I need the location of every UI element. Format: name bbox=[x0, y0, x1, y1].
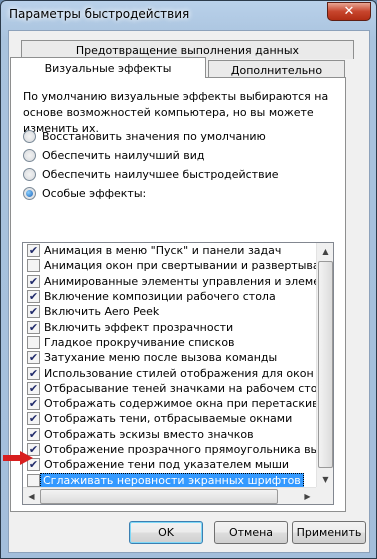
performance-options-window: Параметры быстродействия ✕ Предотвращени… bbox=[0, 0, 377, 559]
window-title: Параметры быстродействия bbox=[9, 7, 190, 21]
checkbox-checked-icon[interactable]: ✔ bbox=[27, 366, 40, 380]
effect-label: Отображать эскизы вместо значков bbox=[44, 427, 254, 441]
scrollbar-corner bbox=[316, 487, 333, 504]
tab-visual-effects[interactable]: Визуальные эффекты bbox=[10, 57, 206, 78]
radio-unchecked-icon[interactable] bbox=[23, 167, 36, 181]
horizontal-scrollbar[interactable]: ◀ ▶ bbox=[23, 487, 316, 504]
apply-button[interactable]: Применить bbox=[292, 521, 366, 544]
checkbox-checked-icon[interactable]: ✔ bbox=[27, 397, 40, 411]
checkbox-checked-icon[interactable]: ✔ bbox=[27, 274, 40, 288]
effects-list: ✔ Анимация в меню "Пуск" и панели задач Ан… bbox=[23, 243, 316, 488]
radio-option[interactable]: Особые эффекты: bbox=[23, 185, 146, 201]
effect-label: Сглаживать неровности экранных шрифтов bbox=[40, 472, 304, 488]
radio-option[interactable]: Обеспечить наилучший вид bbox=[23, 147, 204, 163]
scroll-up-icon[interactable]: ▲ bbox=[317, 243, 333, 260]
radio-label: Обеспечить наилучшее быстродействие bbox=[42, 167, 279, 181]
effect-label: Анимация окон при свертывании и разверты… bbox=[44, 259, 316, 273]
dialog-client: Предотвращение выполнения данных Визуаль… bbox=[8, 30, 370, 553]
red-arrow-icon bbox=[3, 451, 33, 465]
effect-list-item[interactable]: ✔ Отображать содержимое окна при перетаск… bbox=[23, 396, 316, 411]
radio-label: Обеспечить наилучший вид bbox=[42, 148, 205, 162]
tab-dep-label: Предотвращение выполнения данных bbox=[75, 43, 300, 57]
radio-unchecked-icon[interactable] bbox=[23, 148, 36, 162]
scroll-right-icon[interactable]: ▶ bbox=[299, 488, 316, 504]
checkbox-unchecked-icon[interactable] bbox=[27, 473, 40, 487]
effect-label: Использование стилей отображения для око… bbox=[44, 366, 316, 380]
effect-label: Анимированные элементы управления и элем… bbox=[44, 274, 316, 288]
apply-button-label: Применить bbox=[296, 526, 362, 539]
effect-list-item[interactable]: ✔ Отображение прозрачного прямоугольника … bbox=[23, 442, 316, 457]
effect-list-item[interactable]: ✔ Отображать тени, отбрасываемые окнами bbox=[23, 411, 316, 426]
effect-list-item[interactable]: ✔ Отбрасывание теней значками на рабочем … bbox=[23, 381, 316, 396]
cancel-button[interactable]: Отмена bbox=[214, 521, 288, 544]
effect-label: Отображать содержимое окна при перетаски… bbox=[44, 397, 316, 411]
radio-label: Особые эффекты: bbox=[42, 186, 147, 200]
checkbox-unchecked-icon[interactable] bbox=[27, 259, 40, 273]
checkbox-checked-icon[interactable]: ✔ bbox=[27, 351, 40, 365]
effect-list-item[interactable]: Гладкое прокручивание списков bbox=[23, 335, 316, 350]
ok-button[interactable]: OK bbox=[129, 521, 203, 544]
effect-label: Затухание меню после вызова команды bbox=[44, 351, 278, 365]
checkbox-checked-icon[interactable]: ✔ bbox=[27, 244, 40, 258]
cancel-button-label: Отмена bbox=[228, 526, 274, 539]
effect-label: Отображать тени, отбрасываемые окнами bbox=[44, 412, 293, 426]
close-icon: ✕ bbox=[343, 4, 355, 19]
effect-list-item[interactable]: ✔ Отображение тени под указателем мыши bbox=[23, 457, 316, 472]
effect-list-item[interactable]: ✔ Анимированные элементы управления и эле… bbox=[23, 274, 316, 289]
effect-label: Включить эффект прозрачности bbox=[44, 320, 234, 334]
radio-unchecked-icon[interactable] bbox=[23, 129, 36, 143]
visual-effects-panel: По умолчанию визуальные эффекты выбирают… bbox=[10, 77, 346, 512]
effect-list-item[interactable]: ✔ Использование стилей отображения для ок… bbox=[23, 365, 316, 380]
effects-listbox[interactable]: ✔ Анимация в меню "Пуск" и панели задач Ан… bbox=[22, 242, 334, 505]
radio-option[interactable]: Обеспечить наилучшее быстродействие bbox=[23, 166, 278, 182]
scroll-down-icon[interactable]: ▼ bbox=[317, 471, 333, 488]
tab-advanced-label: Дополнительно bbox=[230, 63, 323, 77]
effect-list-item[interactable]: ✔ Отображать эскизы вместо значков bbox=[23, 427, 316, 442]
vertical-scrollbar[interactable]: ▲ ▼ bbox=[316, 243, 333, 488]
effect-label: Гладкое прокручивание списков bbox=[44, 335, 235, 349]
checkbox-checked-icon[interactable]: ✔ bbox=[27, 381, 40, 395]
effect-list-item[interactable]: ✔ Включение композиции рабочего стола bbox=[23, 289, 316, 304]
effect-list-item[interactable]: Сглаживать неровности экранных шрифтов bbox=[23, 472, 316, 488]
tab-visual-effects-label: Визуальные эффекты bbox=[44, 61, 172, 75]
checkbox-checked-icon[interactable]: ✔ bbox=[27, 412, 40, 426]
radio-option[interactable]: Восстановить значения по умолчанию bbox=[23, 128, 266, 144]
effect-label: Отображение тени под указателем мыши bbox=[44, 458, 290, 472]
horizontal-scroll-thumb[interactable] bbox=[40, 489, 278, 504]
vertical-scroll-thumb[interactable] bbox=[318, 261, 333, 468]
effect-label: Отображение прозрачного прямоугольника в… bbox=[44, 443, 316, 456]
checkbox-checked-icon[interactable]: ✔ bbox=[27, 290, 40, 304]
effect-label: Анимация в меню "Пуск" и панели задач bbox=[44, 244, 282, 258]
title-bar[interactable]: Параметры быстродействия ✕ bbox=[1, 1, 376, 29]
checkbox-unchecked-icon[interactable] bbox=[27, 335, 40, 349]
scroll-left-icon[interactable]: ◀ bbox=[23, 488, 40, 504]
effect-list-item[interactable]: Анимация окон при свертывании и разверты… bbox=[23, 258, 316, 273]
effect-list-item[interactable]: ✔ Включить эффект прозрачности bbox=[23, 319, 316, 334]
radio-checked-icon[interactable] bbox=[23, 186, 36, 200]
effect-list-item[interactable]: ✔ Включить Aero Peek bbox=[23, 304, 316, 319]
effect-list-item[interactable]: ✔ Анимация в меню "Пуск" и панели задач bbox=[23, 243, 316, 258]
effect-label: Включить Aero Peek bbox=[44, 305, 160, 319]
effect-label: Включение композиции рабочего стола bbox=[44, 290, 276, 304]
ok-button-label: OK bbox=[158, 526, 174, 539]
effect-list-item[interactable]: ✔ Затухание меню после вызова команды bbox=[23, 350, 316, 365]
radio-label: Восстановить значения по умолчанию bbox=[42, 129, 266, 143]
checkbox-checked-icon[interactable]: ✔ bbox=[27, 320, 40, 334]
checkbox-checked-icon[interactable]: ✔ bbox=[27, 305, 40, 319]
effect-label: Отбрасывание теней значками на рабочем с… bbox=[44, 381, 316, 395]
close-button[interactable]: ✕ bbox=[327, 2, 371, 21]
checkbox-checked-icon[interactable]: ✔ bbox=[27, 427, 40, 441]
